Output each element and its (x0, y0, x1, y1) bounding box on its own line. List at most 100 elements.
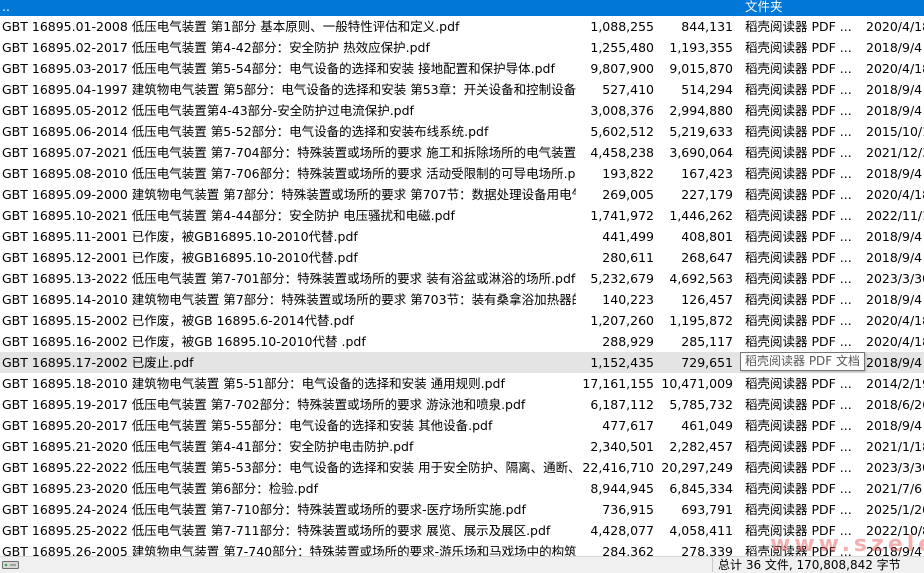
file-type: 稻壳阅读器 PDF ... (745, 61, 852, 76)
file-name: GBT 16895.19-2017 低压电气装置 第7-702部分：特殊装置或场… (2, 397, 526, 412)
file-packed-size: 1,193,355 (669, 40, 733, 55)
file-name: GBT 16895.24-2024 低压电气装置 第7-710部分：特殊装置或场… (2, 502, 526, 517)
file-packed-size: 5,785,732 (669, 397, 733, 412)
file-type: 稻壳阅读器 PDF ... (745, 82, 852, 97)
file-modified-date: 2018/6/26 (866, 397, 924, 412)
file-row[interactable]: GBT 16895.25-2022 低压电气装置 第7-711部分：特殊装置或场… (0, 520, 924, 541)
file-row[interactable]: GBT 16895.26-2005 建筑物电气装置 第7-740部分：特殊装置或… (0, 541, 924, 556)
file-row[interactable]: GBT 16895.15-2002 已作废，被GB 16895.6-2014代替… (0, 310, 924, 331)
file-size: 4,458,238 (590, 145, 654, 160)
file-size: 269,005 (602, 187, 654, 202)
file-type: 稻壳阅读器 PDF ... (745, 124, 852, 139)
file-row[interactable]: GBT 16895.14-2010 建筑物电气装置 第7部分：特殊装置或场所的要… (0, 289, 924, 310)
file-name: GBT 16895.18-2010 建筑物电气装置 第5-51部分：电气设备的选… (2, 376, 505, 391)
file-row[interactable]: GBT 16895.07-2021 低压电气装置 第7-704部分：特殊装置或场… (0, 142, 924, 163)
file-modified-date: 2018/9/4 (866, 103, 923, 118)
file-size: 2,340,501 (590, 439, 654, 454)
file-modified-date: 2020/4/18 (866, 313, 924, 328)
file-row[interactable]: GBT 16895.20-2017 低压电气装置 第5-55部分：电气设备的选择… (0, 415, 924, 436)
file-size: 288,929 (602, 334, 654, 349)
file-packed-size: 9,015,870 (669, 61, 733, 76)
file-name: GBT 16895.22-2022 低压电气装置 第5-53部分：电气设备的选择… (2, 460, 576, 475)
file-row[interactable]: GBT 16895.19-2017 低压电气装置 第7-702部分：特殊装置或场… (0, 394, 924, 415)
file-row[interactable]: GBT 16895.05-2012 低压电气装置第4-43部分-安全防护过电流保… (0, 100, 924, 121)
parent-folder-row[interactable]: .. 文件夹 (0, 0, 924, 16)
file-packed-size: 3,690,064 (669, 145, 733, 160)
file-size: 527,410 (602, 82, 654, 97)
file-row[interactable]: GBT 16895.21-2020 低压电气装置 第4-41部分：安全防护电击防… (0, 436, 924, 457)
file-modified-date: 2025/1/20 (866, 502, 924, 517)
file-modified-date: 2015/10/1 (866, 124, 924, 139)
file-type: 稻壳阅读器 PDF ... (745, 334, 852, 349)
file-size: 22,416,710 (582, 460, 654, 475)
file-name: GBT 16895.11-2001 已作废，被GB16895.10-2010代替… (2, 229, 358, 244)
file-modified-date: 2021/12/3 (866, 145, 924, 160)
file-size: 1,741,972 (590, 208, 654, 223)
file-modified-date: 2018/9/4 (866, 229, 923, 244)
file-row[interactable]: GBT 16895.06-2014 低压电气装置 第5-52部分：电气设备的选择… (0, 121, 924, 142)
file-name: GBT 16895.06-2014 低压电气装置 第5-52部分：电气设备的选择… (2, 124, 489, 139)
file-row[interactable]: GBT 16895.02-2017 低压电气装置 第4-42部分：安全防护 热效… (0, 37, 924, 58)
file-size: 1,255,480 (590, 40, 654, 55)
file-name: GBT 16895.05-2012 低压电气装置第4-43部分-安全防护过电流保… (2, 103, 414, 118)
file-size: 441,499 (602, 229, 654, 244)
file-modified-date: 2020/4/18 (866, 19, 924, 34)
file-packed-size: 1,195,872 (669, 313, 733, 328)
status-separator (712, 558, 713, 572)
file-name: GBT 16895.15-2002 已作废，被GB 16895.6-2014代替… (2, 313, 354, 328)
file-row[interactable]: GBT 16895.22-2022 低压电气装置 第5-53部分：电气设备的选择… (0, 457, 924, 478)
file-row[interactable]: GBT 16895.23-2020 低压电气装置 第6部分：检验.pdf 8,94… (0, 478, 924, 499)
file-packed-size: 5,219,633 (669, 124, 733, 139)
file-size: 9,807,900 (590, 61, 654, 76)
file-type: 稻壳阅读器 PDF ... (745, 166, 852, 181)
file-name: GBT 16895.16-2002 已作废，被GB 16895.10-2010代… (2, 334, 366, 349)
file-type: 稻壳阅读器 PDF ... (745, 145, 852, 160)
file-row[interactable]: GBT 16895.04-1997 建筑物电气装置 第5部分：电气设备的选择和安… (0, 79, 924, 100)
file-name: GBT 16895.23-2020 低压电气装置 第6部分：检验.pdf (2, 481, 318, 496)
file-name: GBT 16895.14-2010 建筑物电气装置 第7部分：特殊装置或场所的要… (2, 292, 576, 307)
file-size: 477,617 (602, 418, 654, 433)
file-row[interactable]: GBT 16895.11-2001 已作废，被GB16895.10-2010代替… (0, 226, 924, 247)
file-modified-date: 2020/4/18 (866, 61, 924, 76)
file-name: GBT 16895.01-2008 低压电气装置 第1部分 基本原则、一般特性评… (2, 19, 460, 34)
file-modified-date: 2018/9/4 (866, 40, 923, 55)
file-name: GBT 16895.08-2010 低压电气装置 第7-706部分：特殊装置或场… (2, 166, 576, 181)
file-name: GBT 16895.10-2021 低压电气装置 第4-44部分：安全防护 电压… (2, 208, 455, 223)
file-type: 稻壳阅读器 PDF ... (745, 397, 852, 412)
file-packed-size: 285,117 (681, 334, 733, 349)
file-row[interactable]: GBT 16895.03-2017 低压电气装置 第5-54部分：电气设备的选择… (0, 58, 924, 79)
file-row[interactable]: GBT 16895.18-2010 建筑物电气装置 第5-51部分：电气设备的选… (0, 373, 924, 394)
file-row[interactable]: GBT 16895.12-2001 已作废，被GB16895.10-2010代替… (0, 247, 924, 268)
file-size: 5,232,679 (590, 271, 654, 286)
file-row[interactable]: GBT 16895.13-2022 低压电气装置 第7-701部分：特殊装置或场… (0, 268, 924, 289)
drive-icon (2, 561, 19, 569)
file-row[interactable]: GBT 16895.09-2000 建筑物电气装置 第7部分：特殊装置或场所的要… (0, 184, 924, 205)
file-type: 稻壳阅读器 PDF ... (745, 523, 852, 538)
file-row[interactable]: GBT 16895.10-2021 低压电气装置 第4-44部分：安全防护 电压… (0, 205, 924, 226)
file-type: 稻壳阅读器 PDF ... (745, 40, 852, 55)
file-row[interactable]: GBT 16895.08-2010 低压电气装置 第7-706部分：特殊装置或场… (0, 163, 924, 184)
file-name: GBT 16895.26-2005 建筑物电气装置 第7-740部分：特殊装置或… (2, 544, 576, 556)
file-packed-size: 844,131 (681, 19, 733, 34)
file-size: 1,088,255 (590, 19, 654, 34)
file-type: 稻壳阅读器 PDF ... (745, 208, 852, 223)
file-packed-size: 6,845,334 (669, 481, 733, 496)
file-list: .. 文件夹 GBT 16895.01-2008 低压电气装置 第1部分 基本原… (0, 0, 924, 556)
file-modified-date: 2018/9/4 (866, 82, 923, 97)
file-packed-size: 2,282,457 (669, 439, 733, 454)
file-type: 稻壳阅读器 PDF ... (745, 229, 852, 244)
file-modified-date: 2018/9/4 (866, 355, 923, 370)
file-modified-date: 2018/9/4 (866, 544, 923, 556)
file-type: 稻壳阅读器 PDF ... (745, 460, 852, 475)
file-size: 4,428,077 (590, 523, 654, 538)
file-type: 稻壳阅读器 PDF ... (745, 376, 852, 391)
file-row[interactable]: GBT 16895.16-2002 已作废，被GB 16895.10-2010代… (0, 331, 924, 352)
file-modified-date: 2018/9/4 (866, 418, 923, 433)
file-modified-date: 2021/1/18 (866, 439, 924, 454)
file-row[interactable]: GBT 16895.24-2024 低压电气装置 第7-710部分：特殊装置或场… (0, 499, 924, 520)
file-packed-size: 20,297,249 (661, 460, 733, 475)
file-packed-size: 729,651 (681, 355, 733, 370)
file-name: GBT 16895.07-2021 低压电气装置 第7-704部分：特殊装置或场… (2, 145, 576, 160)
file-row[interactable]: GBT 16895.01-2008 低压电气装置 第1部分 基本原则、一般特性评… (0, 16, 924, 37)
file-packed-size: 461,049 (681, 418, 733, 433)
